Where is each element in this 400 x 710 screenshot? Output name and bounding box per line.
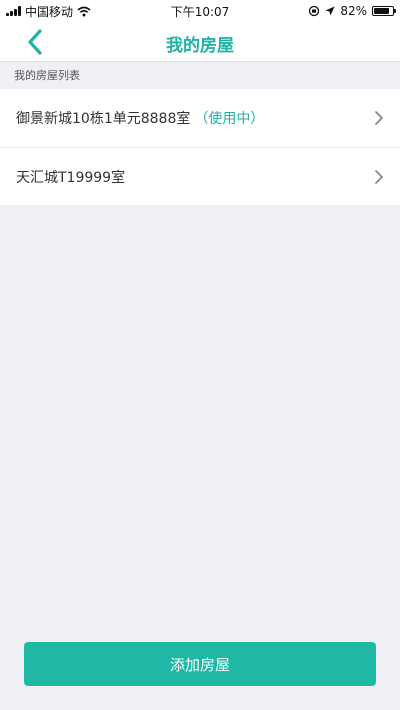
battery-percent: 82% — [340, 4, 367, 18]
chevron-right-icon — [375, 111, 383, 125]
house-name: 天汇城T19999室 — [16, 169, 126, 186]
house-list: 御景新城10栋1单元8888室 （使用中） 天汇城T19999室 — [0, 89, 400, 205]
house-name: 御景新城10栋1单元8888室 — [16, 111, 191, 127]
chevron-right-icon — [375, 170, 383, 184]
battery-icon — [372, 6, 396, 16]
section-header: 我的房屋列表 — [14, 69, 80, 82]
location-icon — [325, 6, 335, 16]
house-item-1[interactable]: 御景新城10栋1单元8888室 （使用中） — [0, 89, 400, 147]
page-title: 我的房屋 — [166, 36, 234, 56]
status-right: 82% — [308, 3, 396, 19]
house-item-2[interactable]: 天汇城T19999室 — [0, 147, 400, 205]
orientation-lock-icon — [309, 5, 320, 17]
status-bar: 中国移动 下午10:07 82% — [0, 0, 400, 22]
battery-fill — [374, 8, 389, 14]
in-use-badge: （使用中） — [194, 111, 265, 127]
nav-bar: 我的房屋 — [0, 22, 400, 62]
add-house-button[interactable]: 添加房屋 — [24, 642, 376, 686]
